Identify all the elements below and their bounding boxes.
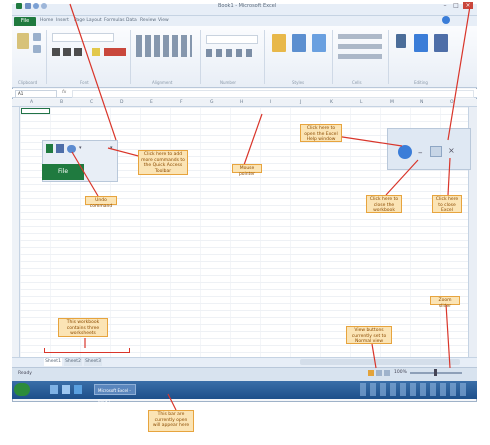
arrow-qat-source: [69, 3, 117, 141]
callout-view-buttons: View buttons currently set to Normal vie…: [346, 326, 392, 344]
arrow-zoom-slider: [445, 303, 451, 369]
callout-taskbar: This bar are currently open will appear …: [148, 410, 194, 432]
callout-undo: Undo command: [85, 196, 117, 209]
callout-mouse-pointer: Mouse pointer: [232, 164, 262, 177]
callout-zoom-slider: Zoom slider: [430, 296, 460, 309]
callout-help: Click here to open the Excel Help window: [300, 124, 342, 142]
arrow-undo: [71, 151, 99, 197]
arrow-close-source: [447, 5, 471, 141]
callout-qat: Click here to add more commands to the Q…: [138, 150, 188, 175]
callout-sheets: This workbook contains three worksheets: [58, 318, 108, 337]
callout-close-excel: Click here to close Excel: [432, 195, 462, 213]
sheets-bracket: [44, 348, 130, 353]
arrow-view-buttons: [371, 343, 377, 369]
arrow-taskbar: [167, 393, 177, 411]
arrow-help: [335, 135, 403, 147]
arrow-close-workbook: [385, 159, 419, 196]
arrow-close-excel: [447, 157, 451, 196]
callout-close-workbook: Click here to close the workbook: [366, 195, 402, 213]
annotation-arrows: [69, 3, 471, 411]
arrow-mouse-pointer: [243, 113, 263, 166]
